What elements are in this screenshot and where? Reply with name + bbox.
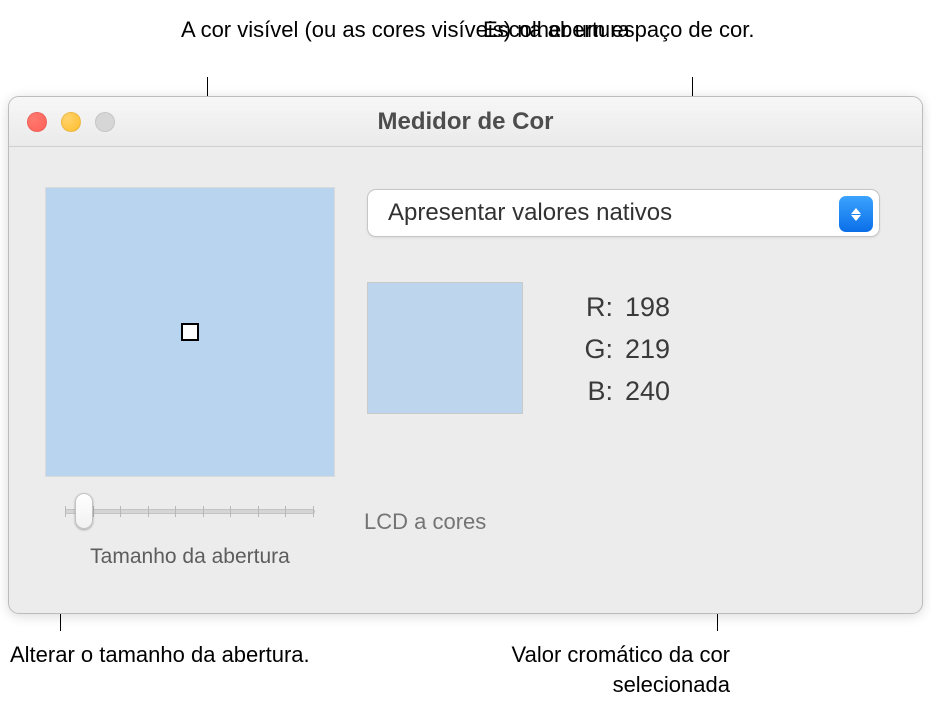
slider-tick — [148, 506, 149, 517]
value-row-b: B: 240 — [571, 371, 695, 413]
app-window: Medidor de Cor Tamanho da abertura — [8, 96, 923, 614]
aperture-size-slider[interactable] — [65, 499, 315, 523]
slider-tick — [65, 506, 66, 517]
label-b: B: — [571, 371, 613, 413]
dropdown-selected-label: Apresentar valores nativos — [388, 199, 672, 227]
slider-tick — [313, 506, 314, 517]
slider-tick — [203, 506, 204, 517]
slider-tick — [285, 506, 286, 517]
selected-color-swatch — [367, 282, 523, 414]
slider-label: Tamanho da abertura — [45, 545, 335, 569]
color-space-dropdown[interactable]: Apresentar valores nativos — [367, 189, 880, 237]
label-g: G: — [571, 329, 613, 371]
window-title: Medidor de Cor — [9, 108, 922, 136]
callout-change-size: Alterar o tamanho da abertura. — [10, 640, 310, 670]
callout-choose-space: Escolher um espaço de cor. — [483, 15, 754, 45]
slider-tick — [175, 506, 176, 517]
color-values: R: 198 G: 219 B: 240 — [571, 287, 695, 413]
traffic-lights — [27, 112, 115, 132]
titlebar: Medidor de Cor — [9, 97, 922, 147]
aperture-target-marker — [181, 323, 199, 341]
chevron-down-icon — [851, 215, 861, 221]
window-minimize-button[interactable] — [61, 112, 81, 132]
value-g: 219 — [625, 329, 695, 371]
slider-knob[interactable] — [75, 493, 93, 529]
window-content: Tamanho da abertura Apresentar valores n… — [9, 147, 922, 613]
callout-chroma-value: Valor cromático da cor selecionada — [480, 640, 730, 699]
value-b: 240 — [625, 371, 695, 413]
slider-tick — [120, 506, 121, 517]
aperture-preview — [45, 187, 335, 477]
slider-tick — [230, 506, 231, 517]
dropdown-arrow-button[interactable] — [839, 196, 873, 232]
value-row-g: G: 219 — [571, 329, 695, 371]
window-zoom-button[interactable] — [95, 112, 115, 132]
label-r: R: — [571, 287, 613, 329]
value-row-r: R: 198 — [571, 287, 695, 329]
slider-rail — [65, 509, 315, 514]
window-close-button[interactable] — [27, 112, 47, 132]
chevron-up-icon — [851, 208, 861, 214]
value-r: 198 — [625, 287, 695, 329]
slider-tick — [258, 506, 259, 517]
aperture-size-slider-group: Tamanho da abertura — [45, 499, 335, 569]
display-profile-name: LCD a cores — [364, 509, 486, 535]
